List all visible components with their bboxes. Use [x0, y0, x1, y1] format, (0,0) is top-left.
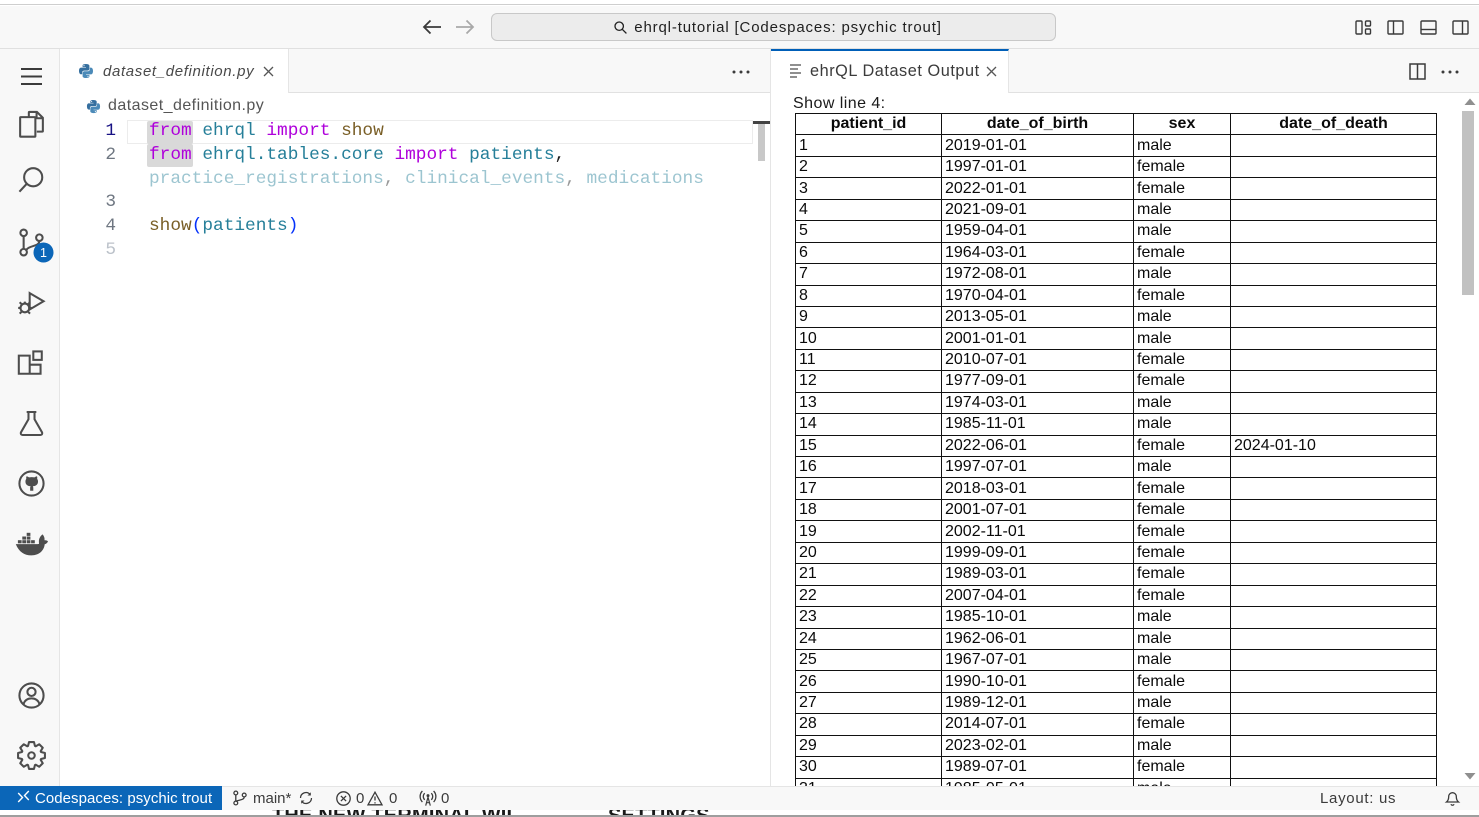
svg-text:1: 1 — [40, 246, 47, 260]
